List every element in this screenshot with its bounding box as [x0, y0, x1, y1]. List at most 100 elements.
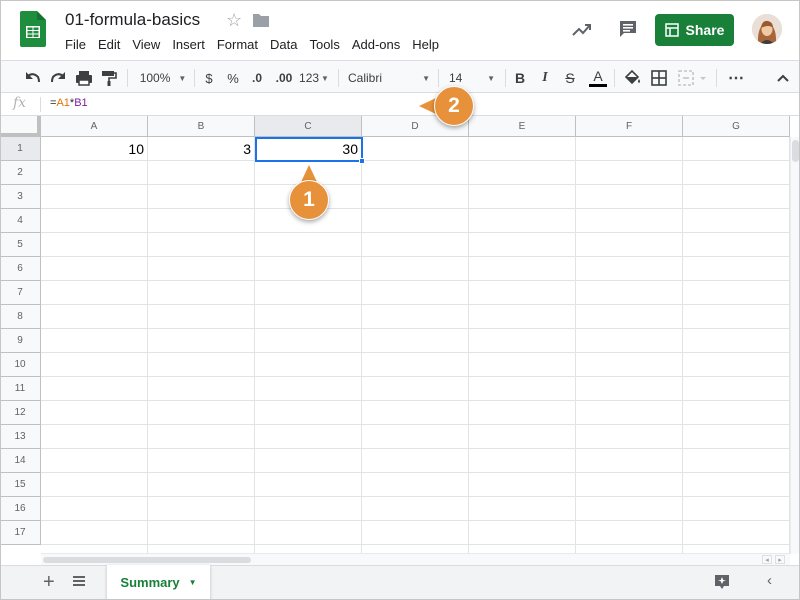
fill-handle[interactable] [359, 158, 365, 164]
font-size-value: 14 [449, 71, 463, 85]
avatar[interactable] [752, 14, 782, 44]
lock-sheet-icon [664, 23, 679, 37]
text-color-button[interactable]: A [588, 68, 608, 88]
chevron-down-icon: ▼ [422, 73, 430, 83]
all-sheets-list-icon[interactable] [72, 574, 86, 588]
menu-addons[interactable]: Add-ons [346, 36, 406, 53]
user-avatar-icon [752, 14, 782, 44]
share-label: Share [685, 22, 725, 38]
row-header-5[interactable]: 5 [0, 233, 41, 257]
row-header-7[interactable]: 7 [0, 281, 41, 305]
toolbar: 100% ▼ $ % .0 .00 123 ▼ Calibri ▼ 14 ▼ B I S… [0, 60, 800, 93]
row-header-3[interactable]: 3 [0, 185, 41, 209]
horizontal-scroll-thumb[interactable] [43, 557, 251, 563]
column-header-f[interactable]: F [576, 116, 683, 137]
formula-bar: fx =A1*B1 [0, 93, 800, 116]
formula-ref-b1: B1 [74, 97, 88, 109]
chevron-left-icon[interactable]: ‹ [767, 572, 772, 589]
document-title[interactable]: 01-formula-basics [65, 10, 200, 30]
cell-a1[interactable]: 10 [41, 137, 148, 161]
column-header-g[interactable]: G [683, 116, 790, 137]
row-header-12[interactable]: 12 [0, 401, 41, 425]
undo-icon[interactable] [23, 68, 43, 88]
column-header-c[interactable]: C [255, 116, 362, 137]
row-header-8[interactable]: 8 [0, 305, 41, 329]
scroll-right-icon[interactable]: ▸ [775, 555, 785, 564]
sheets-logo-icon[interactable] [20, 11, 46, 47]
folder-icon[interactable] [252, 12, 270, 28]
title-bar: 01-formula-basics ☆ File Edit View Inser… [0, 0, 800, 60]
fill-color-icon[interactable] [622, 68, 642, 88]
collapse-toolbar-icon[interactable] [775, 68, 791, 88]
column-header-e[interactable]: E [469, 116, 576, 137]
vertical-scrollbar[interactable] [790, 137, 800, 554]
menu-view[interactable]: View [126, 36, 166, 53]
toolbar-divider [194, 69, 195, 87]
row-header-9[interactable]: 9 [0, 329, 41, 353]
row-header-13[interactable]: 13 [0, 425, 41, 449]
bold-button[interactable]: B [513, 68, 527, 88]
merge-cells-icon[interactable] [676, 68, 708, 88]
add-sheet-icon[interactable]: + [43, 571, 55, 594]
zoom-select[interactable]: 100% ▼ [137, 68, 189, 88]
fx-icon: fx [13, 95, 27, 111]
cell-b1[interactable]: 3 [148, 137, 255, 161]
chevron-down-icon: ▼ [178, 73, 187, 83]
menu-edit[interactable]: Edit [92, 36, 126, 53]
column-header-b[interactable]: B [148, 116, 255, 137]
toolbar-divider [127, 69, 128, 87]
active-cell-selection[interactable] [255, 137, 365, 164]
row-header-15[interactable]: 15 [0, 473, 41, 497]
horizontal-scrollbar[interactable]: ◂ ▸ [41, 553, 790, 565]
toolbar-divider [438, 69, 439, 87]
format-percent-button[interactable]: % [227, 68, 239, 88]
vertical-scroll-thumb[interactable] [792, 140, 799, 162]
sheet-bar: + Summary ▼ ‹ [0, 565, 800, 600]
explore-icon[interactable] [713, 573, 731, 591]
menu-insert[interactable]: Insert [166, 36, 211, 53]
select-all-corner[interactable] [0, 116, 41, 137]
row-header-1[interactable]: 1 [0, 137, 41, 161]
row-header-10[interactable]: 10 [0, 353, 41, 377]
more-formats-select[interactable]: 123 ▼ [299, 68, 329, 88]
font-size-select[interactable]: 14 ▼ [446, 68, 498, 88]
formula-input[interactable]: =A1*B1 [50, 97, 88, 109]
paint-format-icon[interactable] [99, 68, 119, 88]
scroll-left-icon[interactable]: ◂ [762, 555, 772, 564]
share-button[interactable]: Share [655, 14, 734, 46]
star-icon[interactable]: ☆ [226, 10, 242, 31]
comment-icon[interactable] [617, 18, 639, 40]
more-options-icon[interactable]: ⋯ [726, 68, 746, 88]
row-header-14[interactable]: 14 [0, 449, 41, 473]
increase-decimal-button[interactable]: .00 [273, 68, 295, 88]
cell-area[interactable]: 10 3 30 [41, 137, 790, 554]
menu-format[interactable]: Format [211, 36, 264, 53]
row-header-17[interactable]: 17 [0, 521, 41, 545]
activity-trend-icon[interactable] [571, 19, 593, 41]
decrease-decimal-button[interactable]: .0 [249, 68, 265, 88]
row-header-11[interactable]: 11 [0, 377, 41, 401]
menu-help[interactable]: Help [406, 36, 445, 53]
menu-data[interactable]: Data [264, 36, 303, 53]
print-icon[interactable] [74, 68, 94, 88]
menu-bar: File Edit View Insert Format Data Tools … [59, 36, 445, 53]
redo-icon[interactable] [48, 68, 68, 88]
formula-divider [40, 97, 41, 112]
toolbar-divider [716, 69, 717, 87]
column-header-a[interactable]: A [41, 116, 148, 137]
borders-icon[interactable] [649, 68, 669, 88]
toolbar-divider [505, 69, 506, 87]
menu-file[interactable]: File [59, 36, 92, 53]
sheet-tab-summary[interactable]: Summary ▼ [107, 565, 210, 600]
toolbar-divider [614, 69, 615, 87]
callout-badge-2: 2 [434, 86, 474, 126]
format-currency-button[interactable]: $ [203, 68, 215, 88]
row-header-2[interactable]: 2 [0, 161, 41, 185]
row-header-16[interactable]: 16 [0, 497, 41, 521]
row-header-6[interactable]: 6 [0, 257, 41, 281]
row-header-4[interactable]: 4 [0, 209, 41, 233]
strikethrough-button[interactable]: S [563, 68, 577, 88]
font-family-select[interactable]: Calibri ▼ [345, 68, 433, 88]
menu-tools[interactable]: Tools [303, 36, 345, 53]
italic-button[interactable]: I [538, 68, 552, 88]
